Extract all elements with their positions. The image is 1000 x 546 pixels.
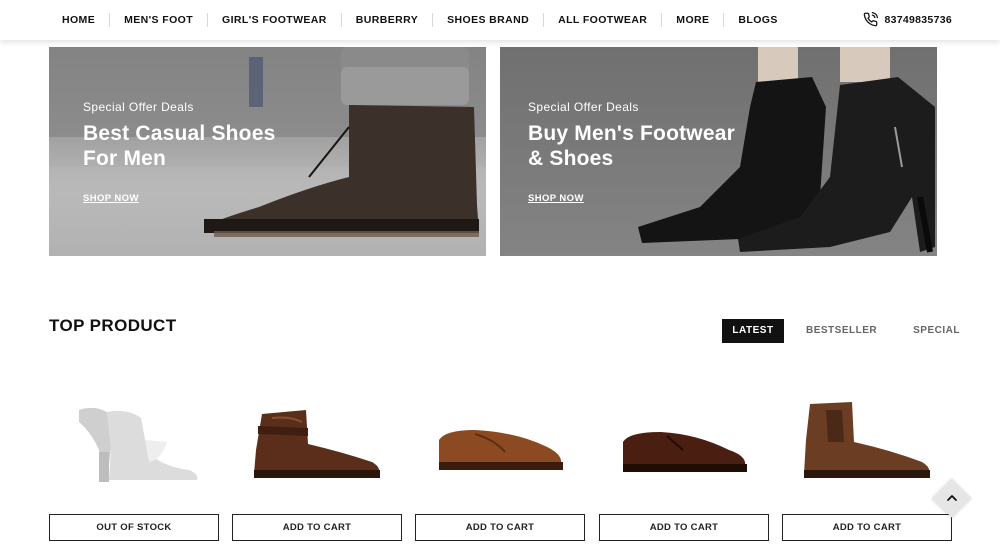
banner-eyebrow: Special Offer Deals [83, 100, 194, 114]
nav-home[interactable]: HOME [48, 13, 109, 27]
product-card[interactable]: ADD TO CART [232, 370, 402, 542]
brown-loafer-image [439, 430, 563, 470]
banner-headline-line: & Shoes [528, 147, 614, 170]
nav-shoes-brand[interactable]: SHOES BRAND [433, 13, 543, 27]
tab-special[interactable]: SPECIAL [899, 319, 974, 343]
out-of-stock-button[interactable]: OUT OF STOCK [49, 514, 219, 541]
nav-all-footwear[interactable]: ALL FOOTWEAR [544, 13, 661, 27]
phone-contact[interactable]: 83749835736 [863, 12, 952, 27]
product-tabs: LATEST BESTSELLER SPECIAL [722, 319, 974, 343]
banner-headline: Buy Men's Footwear & Shoes [528, 121, 758, 171]
nav-mens-foot[interactable]: MEN'S FOOT [110, 13, 207, 27]
suede-chelsea-boot-image [804, 402, 930, 478]
banner-headline-line: For Men [83, 147, 167, 170]
chevron-up-icon [947, 495, 957, 501]
nav-blogs[interactable]: BLOGS [724, 13, 791, 27]
tab-latest[interactable]: LATEST [722, 319, 784, 343]
shop-now-link[interactable]: SHOP NOW [83, 193, 139, 204]
add-to-cart-button[interactable]: ADD TO CART [782, 514, 952, 541]
product-card[interactable]: ADD TO CART [782, 370, 952, 542]
section-title: TOP PRODUCT [49, 316, 177, 335]
shop-now-link[interactable]: SHOP NOW [528, 193, 584, 204]
promo-banner-casual-shoes[interactable]: Special Offer Deals Best Casual Shoes Fo… [49, 47, 486, 256]
banner-headline-line: Best Casual Shoes [83, 122, 276, 145]
banner-eyebrow: Special Offer Deals [528, 100, 639, 114]
nav-more[interactable]: MORE [662, 13, 723, 27]
product-card[interactable]: ADD TO CART [599, 370, 769, 542]
banner-headline: Best Casual Shoes For Men [83, 121, 313, 171]
tab-bestseller[interactable]: BESTSELLER [792, 319, 891, 343]
phone-icon [864, 12, 879, 27]
oxford-shoe-image [623, 432, 747, 472]
add-to-cart-button[interactable]: ADD TO CART [599, 514, 769, 541]
product-card[interactable]: ADD TO CART [415, 370, 585, 542]
heeled-mule-image [79, 407, 198, 482]
phone-number: 83749835736 [884, 13, 952, 26]
add-to-cart-button[interactable]: ADD TO CART [415, 514, 585, 541]
promo-banner-mens-footwear[interactable]: Special Offer Deals Buy Men's Footwear &… [500, 47, 937, 256]
product-card[interactable]: OUT OF STOCK [49, 370, 219, 542]
banner-headline-line: Buy Men's Footwear [528, 122, 735, 145]
main-navigation: HOME MEN'S FOOT GIRL'S FOOTWEAR BURBERRY… [0, 0, 1000, 40]
nav-burberry[interactable]: BURBERRY [342, 13, 432, 27]
add-to-cart-button[interactable]: ADD TO CART [232, 514, 402, 541]
strap-ankle-boot-image [254, 410, 380, 478]
nav-girls-footwear[interactable]: GIRL'S FOOTWEAR [208, 13, 341, 27]
